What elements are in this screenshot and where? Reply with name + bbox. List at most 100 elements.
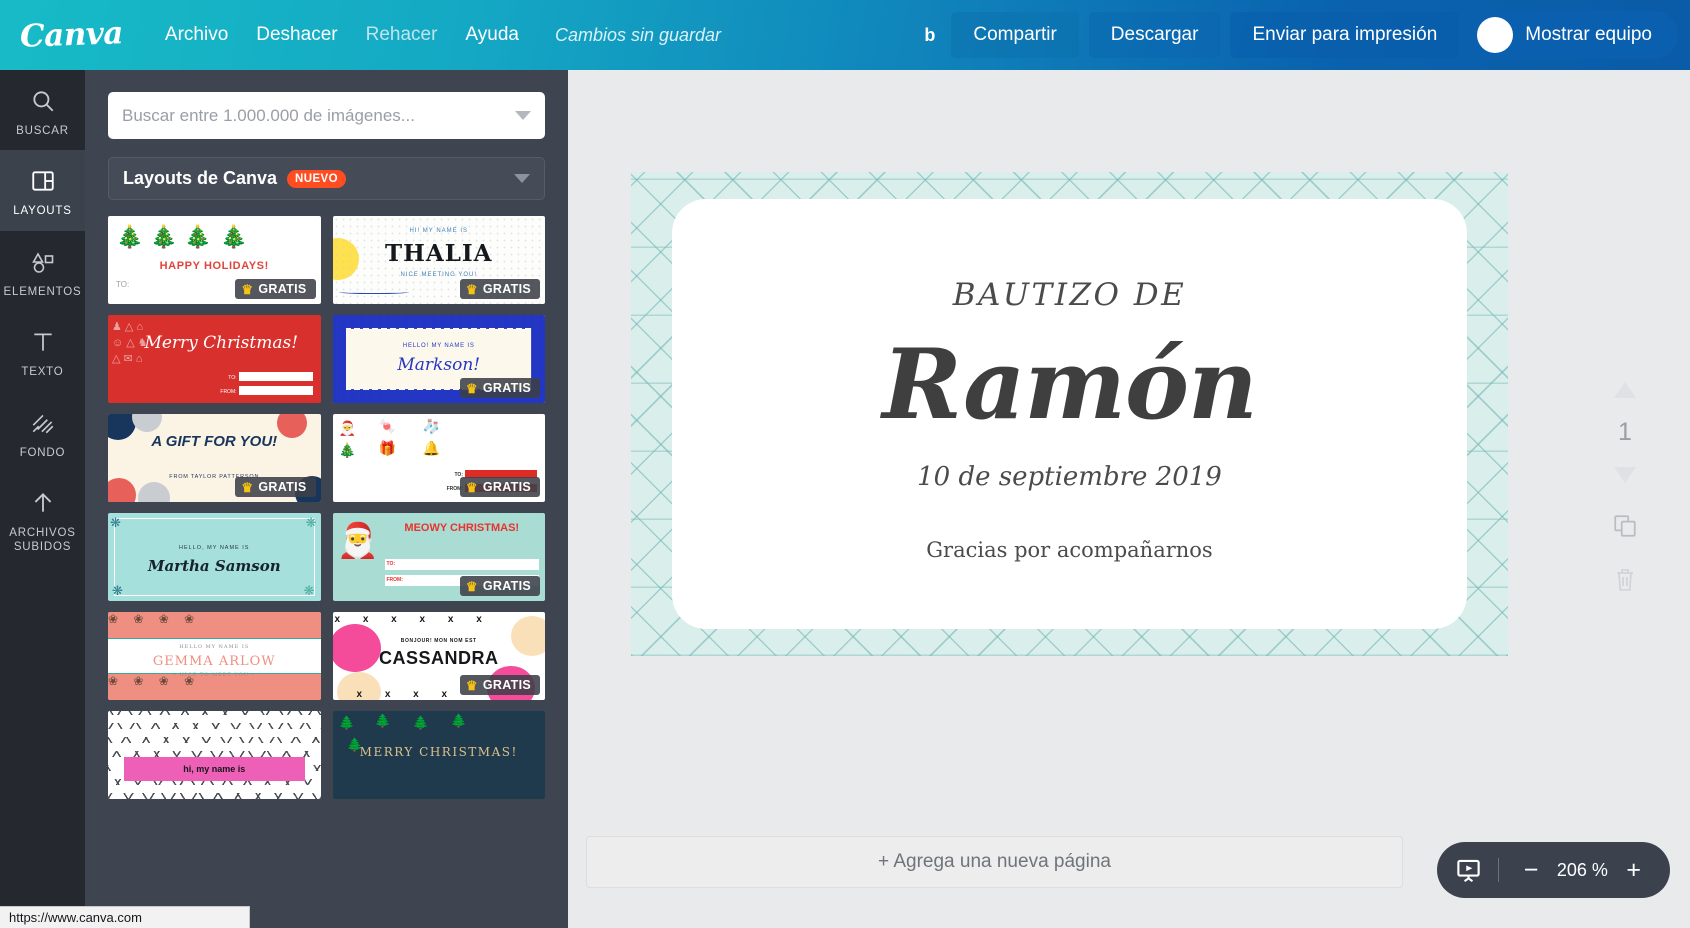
left-tool-rail: BUSCAR LAYOUTS ELEMENTOS TEXTO FONDO ARC…: [0, 70, 85, 928]
sidebar-label-texto: TEXTO: [21, 366, 64, 379]
template-thumb-cassandra[interactable]: x x x x x x BONJOUR! MON NOM EST CASSAND…: [332, 612, 545, 700]
text-icon: [30, 327, 56, 357]
search-input[interactable]: [122, 105, 515, 126]
template-thumb-a-gift-for-you[interactable]: A GIFT FOR YOU! FROM TAYLOR PATTERSON ♛ …: [108, 414, 321, 502]
doc-thanks[interactable]: Gracias por acompañarnos: [926, 538, 1212, 562]
search-icon: [30, 86, 56, 116]
print-button[interactable]: Enviar para impresión: [1230, 12, 1460, 58]
thumb-title: Martha Samson: [147, 557, 281, 575]
template-thumb-meowy-christmas[interactable]: 🎅 MEOWY CHRISTMAS! TO: FROM: ♛ GRATIS: [332, 513, 545, 601]
template-thumb-gemma-arlow[interactable]: ❀ ❀ ❀ ❀ ❀ ❀ ❀ ❀ HELLO MY NAME IS GEMMA A…: [108, 612, 321, 700]
brand-b-mark: b: [924, 24, 936, 45]
background-icon: [30, 408, 56, 438]
gratis-badge: ♛ GRATIS: [459, 378, 540, 398]
thumb-title: GEMMA ARLOW: [152, 654, 276, 669]
gratis-badge: ♛ GRATIS: [459, 279, 540, 299]
gratis-badge: ♛ GRATIS: [235, 279, 316, 299]
crown-icon: ♛: [465, 281, 478, 297]
layouts-icon: [30, 166, 56, 196]
thumb-sub2: FROM:: [220, 389, 237, 395]
crown-icon: ♛: [241, 479, 254, 495]
thumb-sub: HELLO MY NAME IS: [179, 644, 250, 650]
category-header[interactable]: Layouts de Canva NUEVO: [108, 157, 545, 200]
triangle-down-icon[interactable]: [1612, 465, 1638, 485]
gratis-label: GRATIS: [482, 381, 531, 395]
thumb-title: CASSANDRA: [378, 648, 499, 668]
template-grid: 🎄 🎄 🎄 🎄 HAPPY HOLIDAYS! TO: ♛ GRATIS HI!…: [108, 216, 545, 799]
sidebar-item-texto[interactable]: TEXTO: [0, 311, 85, 391]
chevron-down-icon[interactable]: [515, 111, 531, 120]
sidebar-item-buscar[interactable]: BUSCAR: [0, 70, 85, 150]
present-icon[interactable]: [1455, 857, 1482, 884]
thumb-sub: HELLO! MY NAME IS: [402, 343, 475, 349]
template-thumb-xmas-icons[interactable]: 🎅 🍬 🧦 🎄 🎁 🔔 TO: FROM: ♛ GRATIS: [332, 414, 545, 502]
canvas-workspace: BAUTIZO DE Ramón 10 de septiembre 2019 G…: [568, 70, 1690, 928]
menu-ayuda[interactable]: Ayuda: [451, 16, 533, 54]
card-inner-panel[interactable]: BAUTIZO DE Ramón 10 de septiembre 2019 G…: [672, 199, 1467, 629]
show-team-button[interactable]: Mostrar equipo: [1469, 11, 1678, 59]
thumb-title: MERRY CHRISTMAS!: [359, 745, 518, 759]
header-actions: b Compartir Descargar Enviar para impres…: [924, 0, 1690, 70]
gratis-label: GRATIS: [258, 282, 307, 296]
thumb-sub: TO:: [386, 561, 396, 567]
gratis-badge: ♛ GRATIS: [459, 576, 540, 596]
sidebar-item-layouts[interactable]: LAYOUTS: [0, 150, 85, 231]
crown-icon: ♛: [241, 281, 254, 297]
triangle-up-icon[interactable]: [1612, 380, 1638, 400]
zoom-out-button[interactable]: −: [1515, 857, 1548, 883]
gratis-label: GRATIS: [482, 678, 531, 692]
canva-logo[interactable]: Canva: [19, 15, 123, 55]
copy-icon[interactable]: [1612, 513, 1638, 539]
template-thumb-merry-christmas[interactable]: ♟ △ ⌂ ☺ △ ♞ △ ✉ ⌂ Merry Christmas! TO: FRO…: [108, 315, 321, 403]
layouts-panel: Layouts de Canva NUEVO 🎄 🎄 🎄 🎄 HAPPY HOL…: [85, 70, 568, 928]
thumb-title: Merry Christmas!: [144, 333, 299, 353]
gratis-label: GRATIS: [258, 480, 307, 494]
sidebar-label-fondo: FONDO: [19, 446, 66, 459]
sidebar-label-layouts: LAYOUTS: [13, 205, 72, 218]
search-box[interactable]: [108, 92, 545, 139]
design-card[interactable]: BAUTIZO DE Ramón 10 de septiembre 2019 G…: [631, 172, 1508, 656]
category-chevron-down-icon[interactable]: [514, 174, 530, 183]
crown-icon: ♛: [465, 479, 478, 495]
menu-deshacer[interactable]: Deshacer: [242, 16, 351, 54]
download-button[interactable]: Descargar: [1088, 12, 1221, 58]
canva-editor: Canva Archivo Deshacer Rehacer Ayuda Cam…: [0, 0, 1690, 928]
thumb-sub: TO:: [228, 375, 237, 381]
gratis-label: GRATIS: [482, 480, 531, 494]
template-thumb-martha-samson[interactable]: ❋ ❋ ❋ ❋ HELLO, MY NAME IS Martha Samson: [108, 513, 321, 601]
trash-icon[interactable]: [1613, 567, 1637, 593]
template-thumb-markson[interactable]: HELLO! MY NAME IS Markson! ♛ GRATIS: [332, 315, 545, 403]
thumb-sub2: FROM:: [386, 577, 403, 583]
doc-title[interactable]: BAUTIZO DE: [953, 277, 1187, 313]
menu-archivo[interactable]: Archivo: [151, 16, 242, 54]
upload-icon: [30, 488, 56, 518]
zoom-value: 206 %: [1556, 859, 1608, 880]
crown-icon: ♛: [465, 578, 478, 594]
template-thumb-happy-holidays[interactable]: 🎄 🎄 🎄 🎄 HAPPY HOLIDAYS! TO: ♛ GRATIS: [108, 216, 321, 304]
thumb-title: THALIA: [385, 240, 493, 267]
thumb-sub: HI! MY NAME IS: [409, 228, 469, 234]
thumb-title: hi, my name is: [183, 764, 246, 774]
template-thumb-merry-christmas-trees[interactable]: 🌲 🌲 🌲 🌲 🌲 MERRY CHRISTMAS!: [332, 711, 545, 799]
thumb-sub2: NICE MEETING YOU!: [400, 272, 478, 278]
sidebar-item-fondo[interactable]: FONDO: [0, 392, 85, 472]
doc-name[interactable]: Ramón: [882, 334, 1258, 436]
add-page-button[interactable]: + Agrega una nueva página: [586, 836, 1403, 888]
doc-date[interactable]: 10 de septiembre 2019: [917, 462, 1222, 492]
elements-icon: [29, 247, 57, 277]
share-button[interactable]: Compartir: [951, 12, 1079, 58]
category-title: Layouts de Canva: [123, 168, 278, 188]
zoom-in-button[interactable]: +: [1617, 857, 1650, 883]
status-bar-url: https://www.canva.com: [9, 910, 142, 925]
sidebar-item-elementos[interactable]: ELEMENTOS: [0, 231, 85, 311]
menu-rehacer[interactable]: Rehacer: [352, 16, 452, 54]
template-thumb-hi-my-name-is[interactable]: hi, my name is: [108, 711, 321, 799]
avatar: [1477, 17, 1514, 53]
sidebar-label-archivos-subidos: ARCHIVOS SUBIDOS: [9, 526, 76, 554]
design-card-wrapper[interactable]: BAUTIZO DE Ramón 10 de septiembre 2019 G…: [631, 172, 1508, 656]
thumb-sub: TO:: [116, 280, 130, 289]
save-status: Cambios sin guardar: [554, 24, 722, 45]
template-thumb-thalia[interactable]: HI! MY NAME IS THALIA NICE MEETING YOU! …: [332, 216, 545, 304]
show-team-label: Mostrar equipo: [1525, 24, 1652, 45]
sidebar-item-archivos-subidos[interactable]: ARCHIVOS SUBIDOS: [0, 472, 85, 567]
